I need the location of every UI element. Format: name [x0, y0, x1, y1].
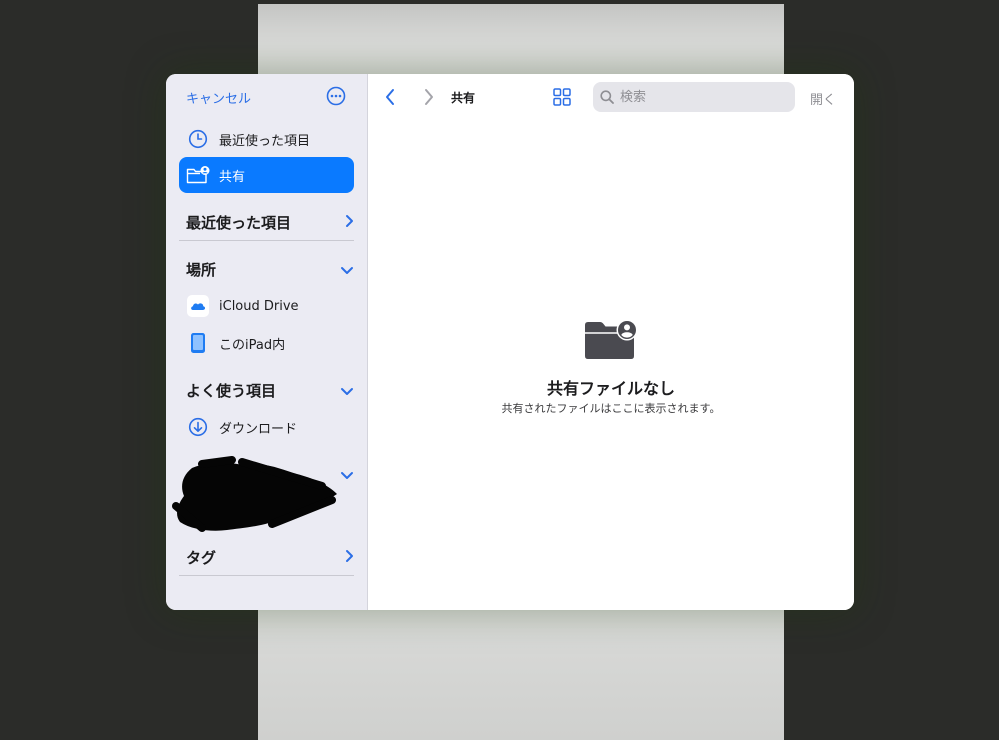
sidebar: キャンセル 最近使った項目 共有 最近使った項目 場所 iCloud Drive… [166, 74, 368, 610]
sidebar-item-label: 最近使った項目 [219, 133, 311, 149]
search-field[interactable] [593, 82, 795, 112]
sidebar-item-recents[interactable]: 最近使った項目 [179, 121, 354, 157]
section-header-locations[interactable]: 場所 [186, 257, 354, 281]
cancel-button[interactable]: キャンセル [186, 88, 251, 107]
sidebar-item-shared[interactable]: 共有 [179, 157, 354, 193]
empty-state-title: 共有ファイルなし [546, 379, 675, 398]
divider [179, 240, 354, 241]
shared-folder-icon [583, 319, 639, 365]
more-options-icon[interactable] [326, 86, 346, 106]
clock-icon [186, 127, 210, 151]
section-title: 場所 [186, 260, 217, 279]
sidebar-item-label: このiPad内 [219, 337, 286, 353]
screen-background: キャンセル 最近使った項目 共有 最近使った項目 場所 iCloud Drive… [0, 0, 999, 740]
empty-state-subtitle: 共有されたファイルはここに表示されます。 [501, 402, 721, 415]
sidebar-item-on-my-ipad[interactable]: このiPad内 [179, 325, 354, 361]
redaction-scribble [172, 456, 344, 536]
chevron-right-icon [344, 213, 354, 232]
sidebar-item-downloads[interactable]: ダウンロード [179, 409, 354, 445]
current-folder-title: 共有 [451, 91, 476, 105]
section-header-tags[interactable]: タグ [186, 545, 354, 569]
download-icon [186, 415, 210, 439]
search-icon [600, 90, 614, 104]
sidebar-item-icloud-drive[interactable]: iCloud Drive [179, 288, 354, 324]
section-header-favorites[interactable]: よく使う項目 [186, 378, 354, 402]
forward-button[interactable] [423, 88, 435, 110]
icloud-icon [186, 294, 210, 318]
search-input[interactable] [618, 88, 782, 106]
main-content: 共有 検索 開く 共有ファイルなし 共有されたファイルはここに表示されます。 [368, 74, 854, 610]
shared-folder-icon [186, 163, 210, 187]
file-picker-dialog: キャンセル 最近使った項目 共有 最近使った項目 場所 iCloud Drive… [166, 74, 854, 610]
empty-state [368, 319, 854, 365]
ipad-icon [186, 331, 210, 355]
open-button[interactable]: 開く [810, 89, 836, 108]
view-mode-button[interactable] [553, 88, 571, 110]
chevron-right-icon [423, 89, 435, 110]
sidebar-item-label: ダウンロード [219, 421, 298, 437]
back-button[interactable] [384, 88, 396, 110]
grid-view-icon [553, 88, 571, 110]
divider [179, 575, 354, 576]
section-title: タグ [186, 548, 217, 567]
section-header-recents[interactable]: 最近使った項目 [186, 210, 354, 234]
section-title: 最近使った項目 [186, 213, 292, 232]
sidebar-item-label: iCloud Drive [219, 298, 299, 314]
chevron-left-icon [384, 89, 396, 110]
chevron-right-icon [344, 548, 354, 567]
chevron-down-icon [340, 260, 354, 279]
sidebar-item-label: 共有 [219, 169, 246, 185]
section-title: よく使う項目 [186, 381, 277, 400]
chevron-down-icon [340, 381, 354, 400]
